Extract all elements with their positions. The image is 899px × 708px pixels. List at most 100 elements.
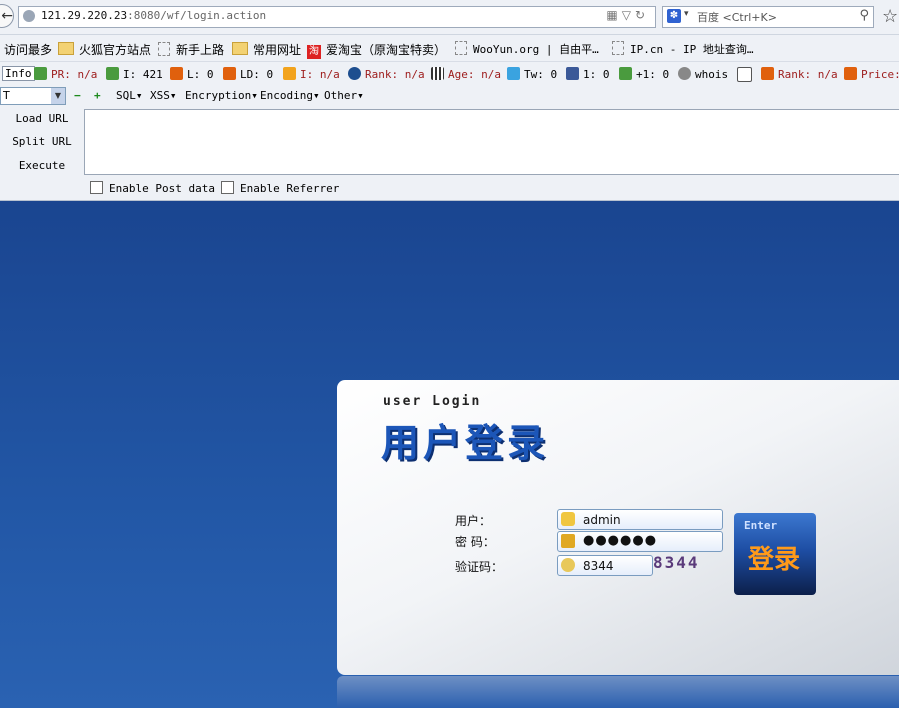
seo-price-label: Price: bbox=[861, 68, 899, 81]
page-icon bbox=[455, 41, 467, 55]
bookmark-most-visited[interactable]: 访问最多 bbox=[4, 41, 52, 58]
load-url-button[interactable]: Load URL bbox=[10, 112, 74, 125]
captcha-field[interactable]: 8344 bbox=[557, 555, 653, 576]
enable-referrer-checkbox[interactable]: Enable Referrer bbox=[221, 181, 339, 195]
seo-google-plus-value: +1: 0 bbox=[636, 68, 670, 81]
minus-icon[interactable]: − bbox=[74, 89, 81, 102]
hackbar-toolbar: T ▼ − + SQL▾ XSS▾ Encryption▾ Encoding▾ … bbox=[0, 86, 899, 106]
seo-bing-index[interactable]: I: n/a bbox=[283, 67, 340, 81]
reload-icon[interactable]: ↻ bbox=[635, 8, 649, 22]
menu-xss[interactable]: XSS▾ bbox=[150, 89, 177, 102]
password-label: 密 码： bbox=[455, 535, 495, 549]
folder-icon bbox=[232, 42, 248, 55]
seo-whois-label: whois bbox=[695, 68, 729, 81]
url-path: :8080/wf/login.action bbox=[127, 9, 267, 22]
menu-sql[interactable]: SQL▾ bbox=[116, 89, 143, 102]
taobao-icon: 淘 bbox=[307, 45, 321, 59]
menu-encoding[interactable]: Encoding▾ bbox=[260, 89, 320, 102]
menu-encryption[interactable]: Encryption▾ bbox=[185, 89, 258, 102]
enable-post-label: Enable Post data bbox=[109, 182, 215, 195]
seo-whois[interactable]: whois bbox=[678, 67, 728, 81]
seo-rank-2-value: Rank: n/a bbox=[778, 68, 838, 81]
search-box[interactable]: ✽ ▾ 百度 <Ctrl+K> ⚲ bbox=[662, 6, 874, 28]
bookmark-common-sites[interactable]: 常用网址 bbox=[232, 41, 301, 58]
google-icon bbox=[619, 67, 632, 80]
seo-price[interactable]: Price: bbox=[844, 67, 899, 81]
seo-twitter[interactable]: Tw: 0 bbox=[507, 67, 557, 81]
chevron-down-icon[interactable]: ▼ bbox=[51, 88, 65, 104]
twitter-icon bbox=[507, 67, 520, 80]
enter-label-cn: 登录 bbox=[748, 545, 801, 575]
seo-alexa-rank[interactable]: Rank: n/a bbox=[348, 67, 425, 81]
lock-icon bbox=[561, 534, 575, 548]
bookmark-firefox-official[interactable]: 火狐官方站点 bbox=[58, 41, 151, 58]
enable-post-checkbox[interactable]: Enable Post data bbox=[90, 181, 215, 195]
bookmark-label: 访问最多 bbox=[4, 43, 53, 57]
hackbar-url-textarea[interactable] bbox=[84, 109, 899, 175]
seo-toolbar: Info PR: n/a I: 421 L: 0 LD: 0 I: n/a Ra… bbox=[0, 61, 899, 86]
seo-source-code[interactable] bbox=[737, 67, 756, 83]
bookmark-label: 火狐官方站点 bbox=[79, 43, 152, 57]
search-magnifier-icon[interactable]: ⚲ bbox=[859, 8, 869, 23]
bookmark-wooyun[interactable]: WooYun.org | 自由平… bbox=[455, 41, 599, 57]
qr-code-icon[interactable]: ▦ bbox=[606, 8, 621, 22]
dropdown-arrow-icon[interactable]: ▽ bbox=[622, 8, 635, 22]
google-icon bbox=[34, 67, 47, 80]
seo-info-button[interactable]: Info bbox=[2, 66, 35, 81]
seo-links-value: L: 0 bbox=[187, 68, 214, 81]
yahoo-icon bbox=[223, 67, 236, 80]
split-url-button[interactable]: Split URL bbox=[10, 135, 74, 148]
bookmark-label: WooYun.org | 自由平… bbox=[473, 43, 599, 56]
hackbar-select[interactable]: T ▼ bbox=[0, 87, 66, 105]
seo-domain-age[interactable]: Age: n/a bbox=[431, 67, 501, 81]
search-placeholder: 百度 <Ctrl+K> bbox=[697, 9, 777, 25]
seo-rank-2[interactable]: Rank: n/a bbox=[761, 67, 838, 81]
login-title-en: user Login bbox=[383, 394, 482, 409]
username-field[interactable]: admin bbox=[557, 509, 723, 530]
page-icon bbox=[612, 41, 624, 55]
password-field[interactable]: ●●●●●● bbox=[557, 531, 723, 552]
seo-pagerank[interactable]: PR: n/a bbox=[34, 67, 97, 81]
url-text: 121.29.220.23:8080/wf/login.action bbox=[41, 9, 266, 22]
enable-referrer-label: Enable Referrer bbox=[240, 182, 340, 195]
plus-icon[interactable]: + bbox=[94, 89, 101, 102]
execute-button[interactable]: Execute bbox=[10, 159, 74, 172]
google-icon bbox=[106, 67, 119, 80]
site-identity-icon[interactable] bbox=[23, 10, 35, 22]
seo-google-plus[interactable]: +1: 0 bbox=[619, 67, 669, 81]
baidu-paw-icon[interactable]: ✽ bbox=[667, 9, 681, 23]
yahoo-icon bbox=[844, 67, 857, 80]
navigation-toolbar: ← 121.29.220.23:8080/wf/login.action ▦▽↻… bbox=[0, 0, 899, 35]
menu-other[interactable]: Other▾ bbox=[324, 89, 364, 102]
seo-links[interactable]: L: 0 bbox=[170, 67, 214, 81]
hackbar-panel: Load URL Split URL Execute Enable Post d… bbox=[0, 106, 899, 201]
back-button[interactable]: ← bbox=[0, 4, 14, 28]
username-label: 用户： bbox=[455, 514, 492, 528]
checkbox-box[interactable] bbox=[221, 181, 234, 194]
url-bar-tools: ▦▽↻ bbox=[606, 8, 649, 22]
yahoo-icon bbox=[761, 67, 774, 80]
seo-facebook[interactable]: 1: 0 bbox=[566, 67, 610, 81]
hackbar-select-value: T bbox=[3, 89, 10, 102]
checkbox-box[interactable] bbox=[90, 181, 103, 194]
bookmark-label: 爱淘宝（原淘宝特卖） bbox=[326, 43, 447, 57]
bookmark-label: IP.cn - IP 地址查询… bbox=[630, 43, 754, 56]
bookmark-ip-cn[interactable]: IP.cn - IP 地址查询… bbox=[612, 41, 753, 57]
seo-link-domains[interactable]: LD: 0 bbox=[223, 67, 273, 81]
seo-alexa-rank-value: Rank: n/a bbox=[365, 68, 425, 81]
enter-button[interactable]: Enter 登录 bbox=[734, 513, 816, 595]
search-engine-dropdown-icon[interactable]: ▾ bbox=[684, 9, 689, 19]
seo-google-index-value: I: 421 bbox=[123, 68, 163, 81]
bookmarks-toolbar: 访问最多 火狐官方站点 新手上路 常用网址 淘爱淘宝（原淘宝特卖） WooYun… bbox=[0, 35, 899, 61]
seo-google-index[interactable]: I: 421 bbox=[106, 67, 163, 81]
code-icon bbox=[737, 67, 752, 82]
bookmark-star-icon[interactable]: ☆ bbox=[882, 6, 898, 27]
seo-bing-index-value: I: n/a bbox=[300, 68, 340, 81]
captcha-image[interactable]: 8344 bbox=[653, 553, 700, 572]
folder-icon bbox=[58, 42, 74, 55]
panel-reflection bbox=[337, 676, 899, 708]
bookmark-ai-taobao[interactable]: 淘爱淘宝（原淘宝特卖） bbox=[307, 41, 446, 59]
bookmark-getting-started[interactable]: 新手上路 bbox=[158, 41, 224, 58]
seo-pagerank-value: PR: n/a bbox=[51, 68, 98, 81]
url-bar[interactable]: 121.29.220.23:8080/wf/login.action ▦▽↻ bbox=[18, 6, 656, 28]
